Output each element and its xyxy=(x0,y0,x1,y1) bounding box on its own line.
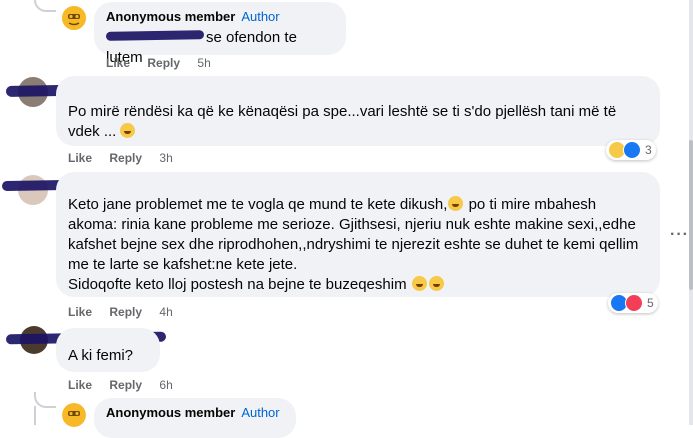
reply-button[interactable]: Reply xyxy=(109,151,142,165)
comment-actions: Like Reply 4h xyxy=(68,305,173,319)
comment-timestamp[interactable]: 5h xyxy=(197,56,210,70)
thread-line xyxy=(34,406,36,425)
reply-button[interactable]: Reply xyxy=(109,378,142,392)
like-button[interactable]: Like xyxy=(68,378,92,392)
like-button[interactable]: Like xyxy=(106,56,130,70)
commenter-name[interactable]: Anonymous member xyxy=(106,9,235,24)
love-reaction-icon xyxy=(625,294,643,312)
comment-actions: Like Reply 6h xyxy=(68,378,173,392)
reaction-count: 3 xyxy=(645,143,652,157)
comment-header: Anonymous member Author xyxy=(106,8,334,26)
comment-timestamp[interactable]: 3h xyxy=(159,151,172,165)
avatar[interactable] xyxy=(62,403,86,427)
comment-bubble: Anonymous member Author xyxy=(94,398,296,438)
more-options-icon[interactable]: ··· xyxy=(670,226,689,244)
reply-button[interactable]: Reply xyxy=(109,305,142,319)
redaction-mark xyxy=(105,30,205,41)
avatar[interactable] xyxy=(62,6,86,30)
comment-text: Keto jane problemet me te vogla qe mund … xyxy=(68,196,639,293)
thread-connector xyxy=(34,392,56,408)
scrollbar-thumb[interactable] xyxy=(689,140,693,290)
like-reaction-icon xyxy=(623,141,641,159)
author-badge: Author xyxy=(241,405,280,420)
reaction-summary[interactable]: 3 xyxy=(606,140,656,160)
comment-text: A ki femi? xyxy=(68,347,134,364)
comment-actions: Like Reply 3h xyxy=(68,151,173,165)
reaction-summary[interactable]: 5 xyxy=(608,293,658,313)
rofl-emoji-icon xyxy=(120,123,136,138)
like-button[interactable]: Like xyxy=(68,305,92,319)
comment-bubble: A ki femi? xyxy=(56,328,160,372)
comment-actions: Like Reply 5h xyxy=(106,56,211,70)
like-button[interactable]: Like xyxy=(68,151,92,165)
smile-emoji-icon xyxy=(428,276,444,291)
comment-timestamp[interactable]: 6h xyxy=(159,378,172,392)
commenter-name[interactable]: Anonymous member xyxy=(106,405,235,420)
reaction-count: 5 xyxy=(647,296,654,310)
smile-emoji-icon xyxy=(448,196,464,211)
thread-connector xyxy=(34,0,56,12)
comment-text: Po mirë rëndësi ka që ke kënaqësi pa spe… xyxy=(68,103,617,140)
reply-button[interactable]: Reply xyxy=(147,56,180,70)
comment-bubble: Keto jane problemet me te vogla qe mund … xyxy=(56,172,660,297)
smile-emoji-icon xyxy=(411,276,427,291)
anonymous-avatar-icon xyxy=(62,403,86,427)
comment-bubble: Anonymous member Author se ofendon te lut… xyxy=(94,2,346,66)
comment-bubble: Po mirë rëndësi ka që ke kënaqësi pa spe… xyxy=(56,76,660,146)
author-badge: Author xyxy=(241,9,280,24)
anonymous-avatar-icon xyxy=(62,6,86,30)
comment-timestamp[interactable]: 4h xyxy=(159,305,172,319)
